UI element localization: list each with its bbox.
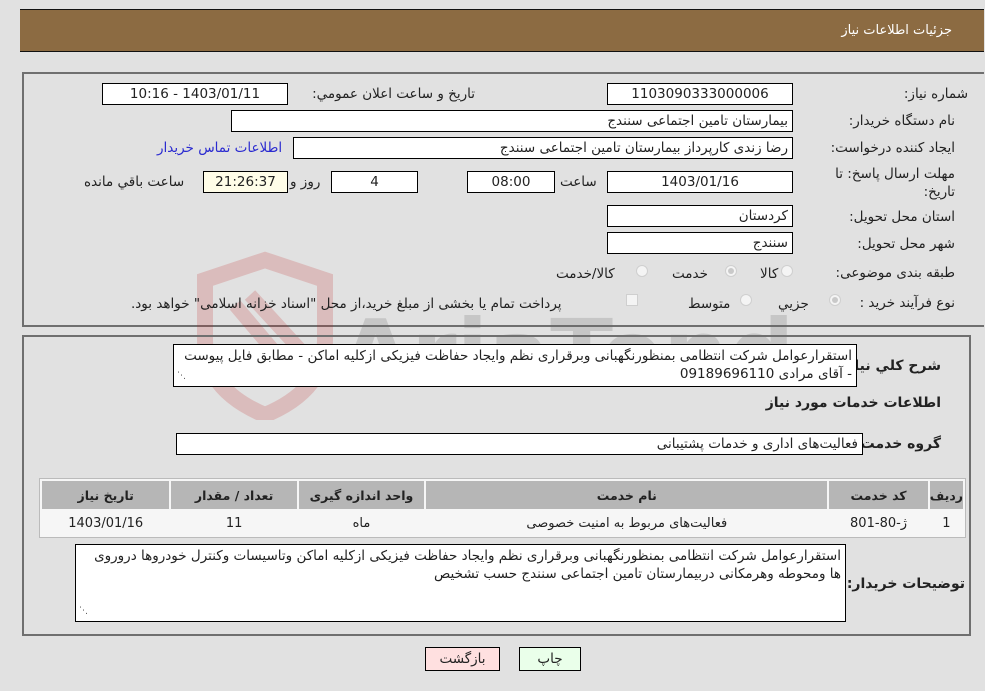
table-row: 1 ژ-80-801 فعالیت‌های مربوط به امنیت خصو… — [42, 511, 963, 535]
category-goods-label: کالا — [760, 266, 779, 282]
category-service-label: خدمت — [672, 266, 708, 282]
purchase-medium-label: متوسط — [688, 296, 731, 312]
col-need-date: تاریخ نیاز — [42, 481, 170, 509]
cell-service-name: فعالیت‌های مربوط به امنیت خصوصی — [426, 511, 828, 535]
province-field: کردستان — [607, 205, 793, 227]
remaining-label: ساعت باقي مانده — [84, 174, 185, 190]
need-number-label: شماره نیاز: — [903, 86, 968, 102]
cell-service-code: ژ-80-801 — [829, 511, 928, 535]
col-service-code: کد خدمت — [829, 481, 928, 509]
cell-quantity: 11 — [171, 511, 297, 535]
purchase-minor-radio[interactable] — [829, 294, 841, 306]
deadline-date-field: 1403/01/16 — [607, 171, 793, 193]
creator-field: رضا زندی کارپرداز بیمارستان تامین اجتماع… — [293, 137, 793, 159]
buyer-notes-text: استقرارعوامل شرکت انتظامی بمنظورنگهبانی … — [94, 548, 841, 582]
purchase-minor-label: جزيي — [778, 296, 809, 312]
resize-grip-icon[interactable]: ⋰ — [177, 367, 186, 385]
services-section-title: اطلاعات خدمات مورد نياز — [765, 395, 941, 411]
category-label: طبقه بندی موضوعی: — [835, 265, 955, 281]
services-table: ردیف کد خدمت نام خدمت واحد اندازه گیری ت… — [39, 478, 966, 538]
service-group-field: فعالیت‌های اداری و خدمات پشتیبانی — [176, 433, 863, 455]
province-label: استان محل تحويل: — [849, 209, 955, 225]
col-service-name: نام خدمت — [426, 481, 828, 509]
col-unit: واحد اندازه گیری — [298, 481, 425, 509]
city-field: سنندج — [607, 232, 793, 254]
buyer-notes-label: توضیحات خریدار: — [846, 576, 965, 592]
announce-field: 1403/01/11 - 10:16 — [102, 83, 288, 105]
col-quantity: تعداد / مقدار — [171, 481, 297, 509]
general-desc-textarea[interactable]: استقرارعوامل شرکت انتظامی بمنظورنگهبانی … — [173, 344, 857, 387]
category-goods-radio[interactable] — [781, 265, 793, 277]
buyer-org-label: نام دستگاه خريدار: — [848, 113, 955, 129]
print-button[interactable]: چاپ — [519, 647, 581, 671]
resize-grip-icon[interactable]: ⋰ — [79, 602, 88, 620]
col-row-number: ردیف — [929, 481, 963, 509]
cell-row-number: 1 — [929, 511, 963, 535]
treasury-checkbox[interactable] — [626, 294, 638, 306]
creator-label: ايجاد کننده درخواست: — [830, 140, 955, 156]
back-button[interactable]: بازگشت — [425, 647, 500, 671]
category-goods-service-label: کالا/خدمت — [556, 266, 615, 282]
buyer-org-field: بیمارستان تامین اجتماعی سنندج — [231, 110, 793, 132]
table-header-row: ردیف کد خدمت نام خدمت واحد اندازه گیری ت… — [42, 481, 963, 509]
page-title: جزئیات اطلاعات نیاز — [841, 23, 952, 38]
days-label: روز و — [290, 174, 321, 190]
treasury-label: پرداخت تمام یا بخشی از مبلغ خرید،از محل … — [131, 296, 562, 312]
deadline-label: مهلت ارسال پاسخ: تا تاریخ: — [835, 166, 955, 200]
need-number-field: 1103090333000006 — [607, 83, 793, 105]
buyer-notes-textarea[interactable]: استقرارعوامل شرکت انتظامی بمنظورنگهبانی … — [75, 544, 846, 622]
service-group-label: گروه خدمت: — [855, 436, 941, 452]
cell-need-date: 1403/01/16 — [42, 511, 170, 535]
city-label: شهر محل تحويل: — [857, 236, 955, 252]
days-remaining-field: 4 — [331, 171, 418, 193]
general-desc-text: استقرارعوامل شرکت انتظامی بمنظورنگهبانی … — [184, 348, 852, 382]
announce-label: تاریخ و ساعت اعلان عمومي: — [312, 86, 475, 102]
buyer-contact-link[interactable]: اطلاعات تماس خریدار — [157, 140, 282, 156]
category-service-radio[interactable] — [725, 265, 737, 277]
category-goods-service-radio[interactable] — [636, 265, 648, 277]
purchase-medium-radio[interactable] — [740, 294, 752, 306]
deadline-time-field: 08:00 — [467, 171, 555, 193]
deadline-time-label: ساعت — [560, 174, 597, 190]
page-header: جزئیات اطلاعات نیاز — [20, 9, 984, 52]
remaining-time-field: 21:26:37 — [203, 171, 288, 193]
purchase-type-label: نوع فرآيند خريد : — [859, 295, 955, 311]
cell-unit: ماه — [298, 511, 425, 535]
